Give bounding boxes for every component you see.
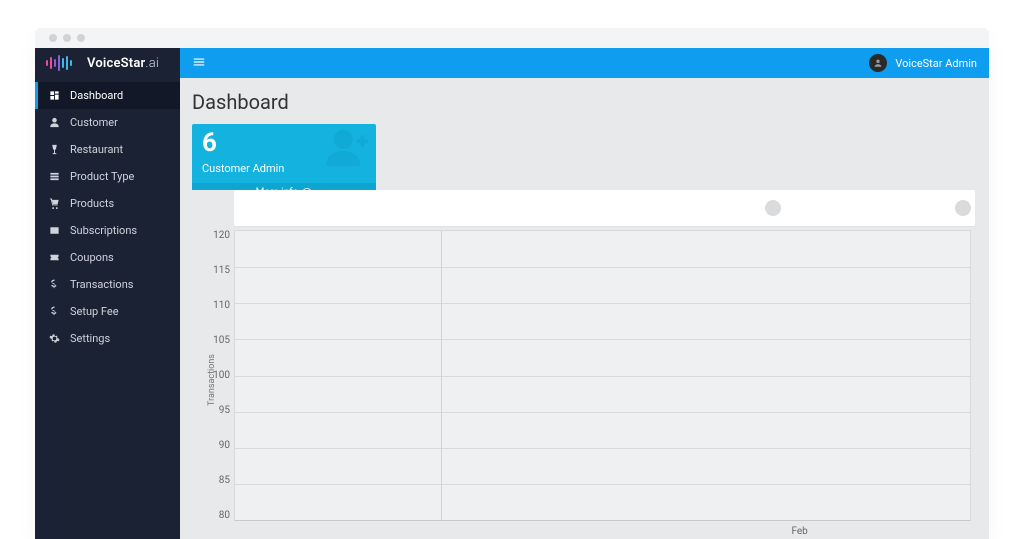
sidebar-item-setup-fee[interactable]: Setup Fee [35,298,180,325]
dollar-icon [48,279,60,290]
sidebar-item-label: Customer [70,116,118,129]
add-user-icon [324,124,370,174]
y-tick: 90 [219,440,230,451]
user-menu[interactable]: VoiceStar Admin [869,54,977,72]
sidebar-item-subscriptions[interactable]: Subscriptions [35,217,180,244]
app-shell: VoiceStar.ai Dashboard Customer [35,48,989,539]
content: Dashboard 6 Customer Admin More info [180,78,989,539]
sidebar-item-settings[interactable]: Settings [35,325,180,352]
y-tick: 95 [219,405,230,416]
sidebar-item-customer[interactable]: Customer [35,109,180,136]
brand-waveform-icon [45,55,81,71]
y-tick: 105 [213,335,230,346]
traffic-dot [77,34,85,42]
y-tick: 110 [213,300,230,311]
chart-area: Transactions 120 115 110 105 100 95 90 8… [192,220,971,539]
browser-frame: VoiceStar.ai Dashboard Customer [35,28,989,539]
subscription-icon [48,225,60,236]
sidebar-item-products[interactable]: Products [35,190,180,217]
sidebar-item-label: Transactions [70,278,133,291]
sidebar-item-label: Product Type [70,170,134,183]
sidebar-item-restaurant[interactable]: Restaurant [35,136,180,163]
x-tick: Feb [791,526,807,537]
sidebar-item-label: Products [70,197,114,210]
topbar: VoiceStar Admin [180,48,989,78]
coupon-icon [48,252,60,263]
dashboard-icon [48,90,60,101]
y-tick: 85 [219,475,230,486]
sidebar-item-label: Dashboard [70,89,123,102]
sidebar-nav: Dashboard Customer Restaurant [35,78,180,352]
traffic-dot [49,34,57,42]
user-name: VoiceStar Admin [895,57,977,70]
sidebar-item-product-type[interactable]: Product Type [35,163,180,190]
transactions-chart-panel: Transactions 120 115 110 105 100 95 90 8… [192,190,975,539]
page-title: Dashboard [192,90,975,114]
traffic-dot [63,34,71,42]
brand[interactable]: VoiceStar.ai [35,48,180,78]
user-icon [873,58,883,68]
sidebar-item-dashboard[interactable]: Dashboard [35,82,180,109]
sidebar-item-label: Settings [70,332,110,345]
user-icon [48,117,60,128]
sidebar: VoiceStar.ai Dashboard Customer [35,48,180,539]
sidebar-item-label: Setup Fee [70,305,119,318]
sidebar-item-label: Restaurant [70,143,123,156]
y-tick: 115 [213,265,230,276]
sidebar-item-coupons[interactable]: Coupons [35,244,180,271]
chart-plot [234,230,971,521]
main: VoiceStar Admin Dashboard 6 Customer Adm… [180,48,989,539]
sidebar-item-label: Coupons [70,251,114,264]
avatar [869,54,887,72]
y-axis-ticks: 120 115 110 105 100 95 90 85 80 [204,230,230,521]
gear-icon [48,333,60,344]
brand-name: VoiceStar.ai [87,56,159,71]
sidebar-item-transactions[interactable]: Transactions [35,271,180,298]
chart-action-button[interactable] [765,200,781,216]
list-icon [48,171,60,182]
glass-icon [48,144,60,155]
chart-action-button[interactable] [955,200,971,216]
browser-tabbar [35,28,989,48]
hamburger-icon [192,55,206,69]
y-tick: 120 [213,230,230,241]
dollar-icon [48,306,60,317]
menu-toggle-button[interactable] [192,54,206,73]
cart-icon [48,198,60,209]
y-tick: 80 [219,510,230,521]
y-tick: 100 [213,370,230,381]
sidebar-item-label: Subscriptions [70,224,137,237]
